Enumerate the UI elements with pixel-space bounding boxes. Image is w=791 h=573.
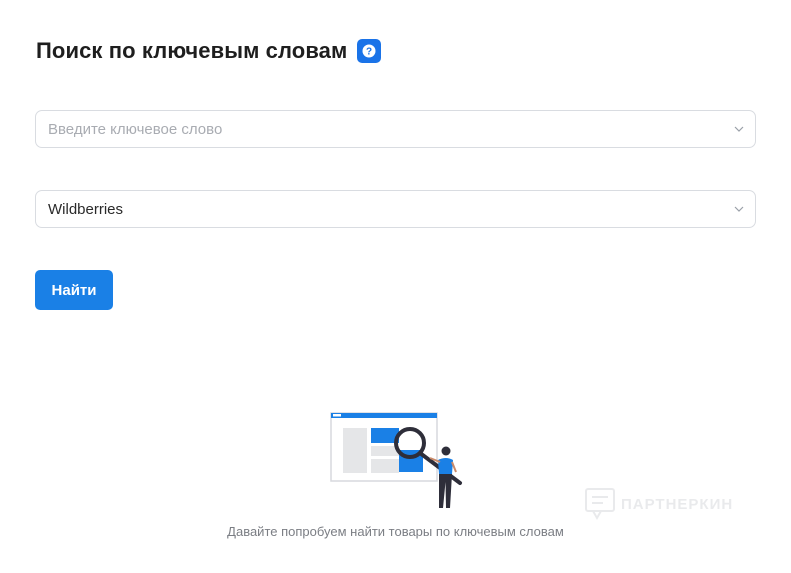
chevron-down-icon: [734, 126, 744, 132]
find-button[interactable]: Найти: [35, 270, 113, 310]
keyword-select-placeholder: Введите ключевое слово: [48, 120, 223, 138]
watermark: ПАРТНЕРКИН: [585, 488, 733, 520]
page-header: Поиск по ключевым словам ?: [36, 38, 382, 64]
empty-state-message: Давайте попробуем найти товары по ключев…: [227, 524, 564, 539]
question-circle-icon[interactable]: ?: [357, 39, 382, 63]
search-illustration: [330, 412, 462, 508]
svg-text:?: ?: [366, 47, 372, 58]
watermark-text: ПАРТНЕРКИН: [621, 495, 734, 513]
marketplace-select-value: Wildberries: [48, 200, 124, 218]
chat-bubble-icon: [585, 488, 615, 520]
chevron-down-icon: [734, 206, 744, 212]
keyword-select[interactable]: Введите ключевое слово: [35, 110, 756, 148]
marketplace-select[interactable]: Wildberries: [35, 190, 756, 228]
page-title: Поиск по ключевым словам: [36, 38, 348, 63]
